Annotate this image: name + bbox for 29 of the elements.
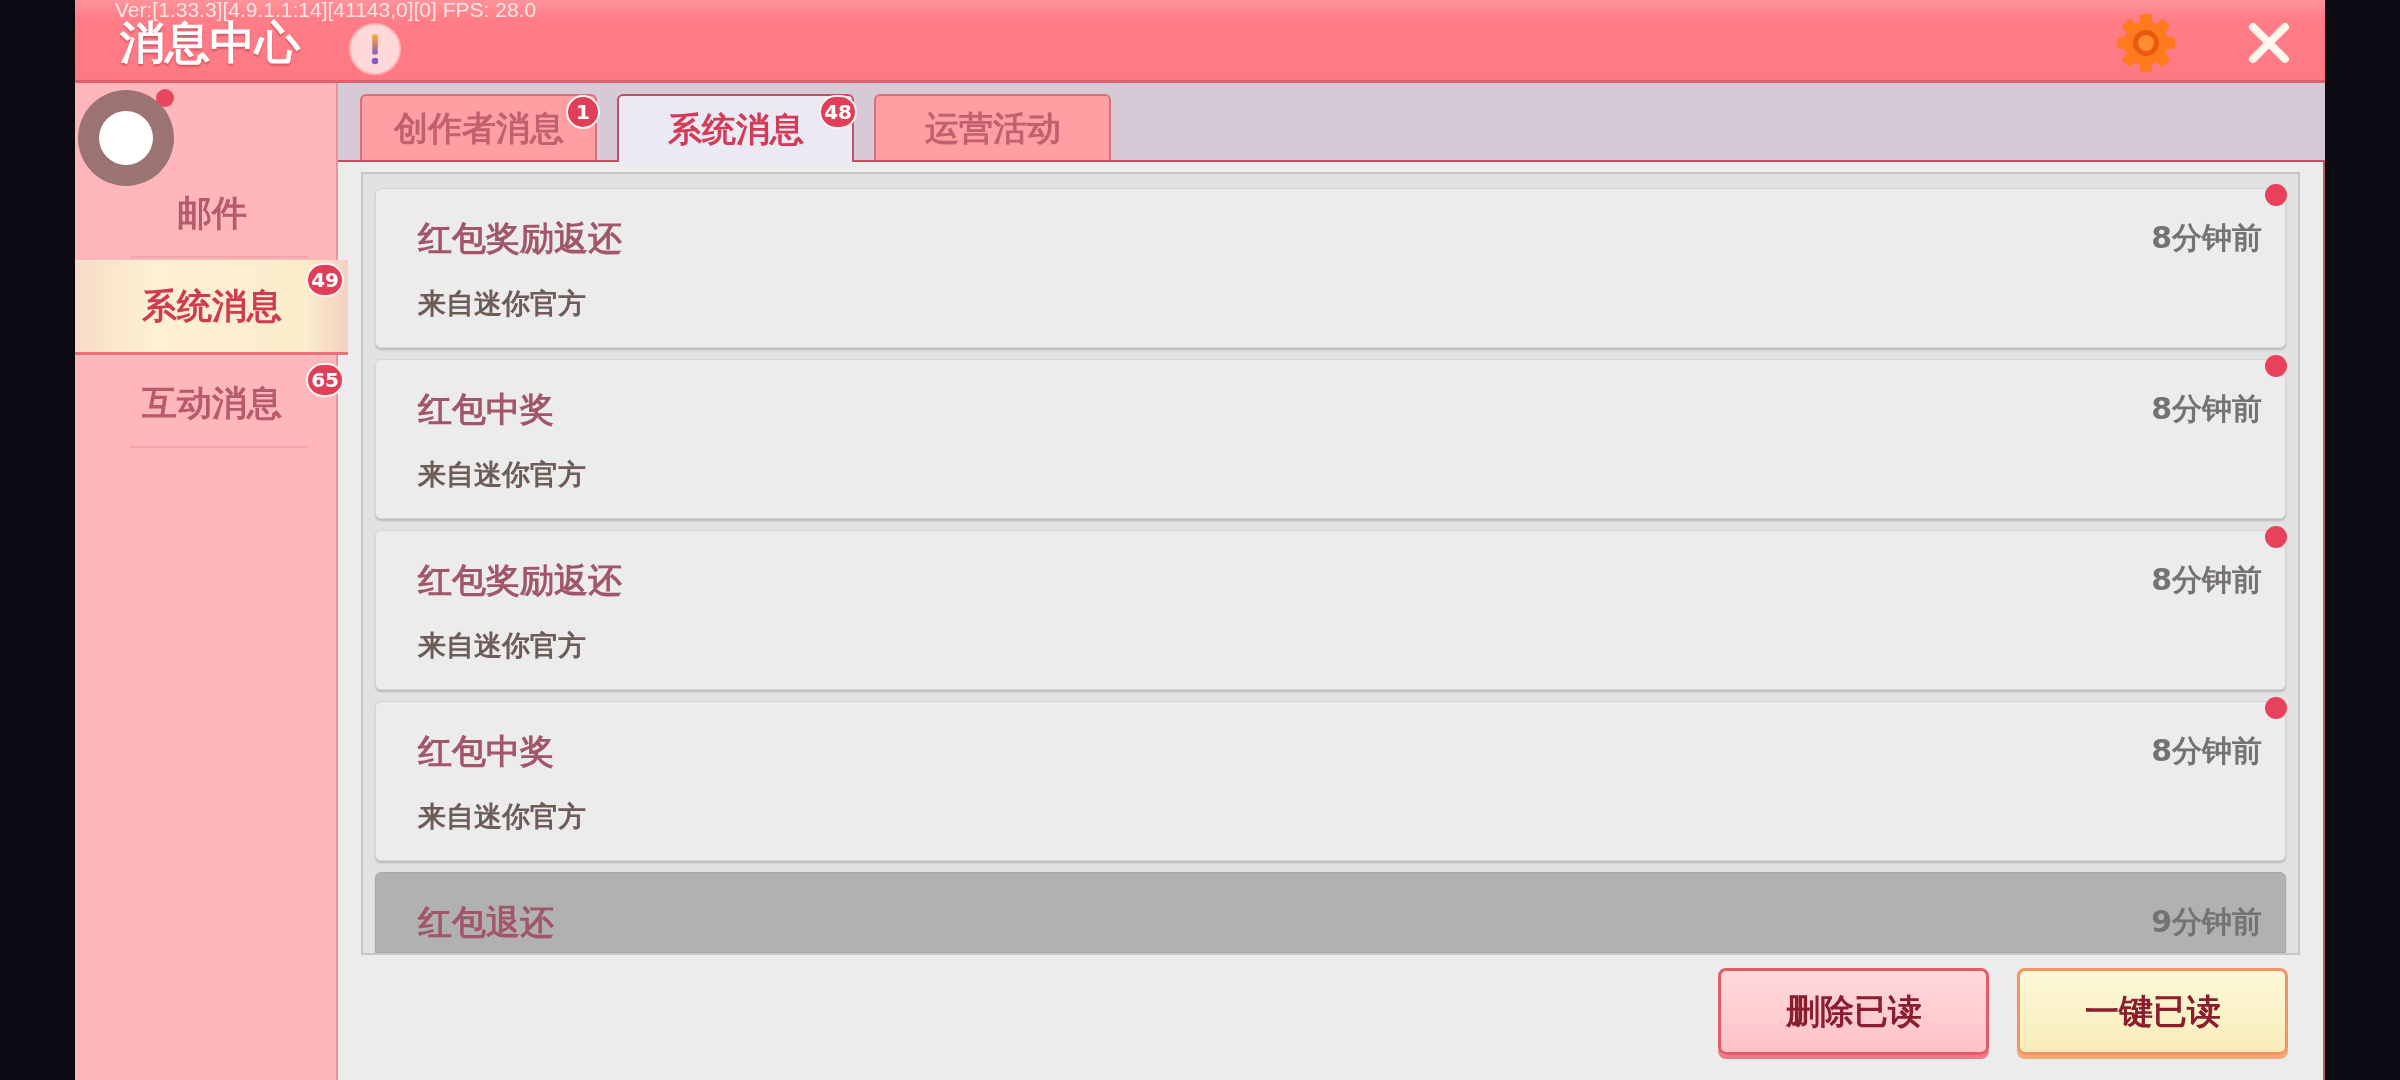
debug-text: Ver:[1.33.3][4.9.1.1:14][41143,0][0] FPS: 28.0 [115, 0, 537, 20]
avatar-icon[interactable] [78, 90, 174, 186]
window-title: 消息中心 [120, 20, 300, 66]
message-time: 8分钟前 [2151, 390, 2262, 428]
tab[interactable]: 系统消息 48 [617, 94, 854, 162]
message-time: 8分钟前 [2151, 219, 2262, 257]
message-title: 红包中奖 [418, 388, 554, 430]
sidebar-item[interactable]: 邮件 [75, 165, 348, 260]
warning-icon[interactable] [349, 23, 401, 75]
tab[interactable]: 创作者消息 1 [360, 94, 597, 160]
message-title: 红包奖励返还 [418, 559, 622, 601]
message-time: 8分钟前 [2151, 561, 2262, 599]
message-title: 红包中奖 [418, 730, 554, 772]
message-source: 来自迷你官方 [418, 287, 586, 321]
message-time: 9分钟前 [2151, 903, 2262, 941]
count-badge: 49 [306, 263, 344, 297]
count-badge: 48 [819, 95, 857, 129]
count-badge: 1 [566, 95, 600, 129]
message-title: 红包退还 [418, 901, 554, 943]
message-source: 来自迷你官方 [418, 629, 586, 663]
message-source: 来自迷你官方 [418, 800, 586, 834]
settings-icon[interactable] [2115, 12, 2177, 74]
message-time: 8分钟前 [2151, 732, 2262, 770]
count-badge: 65 [306, 363, 344, 397]
message-title: 红包奖励返还 [418, 217, 622, 259]
sidebar-item[interactable]: 系统消息 49 [75, 260, 348, 355]
message-card[interactable]: 红包退还 9分钟前 [375, 872, 2286, 953]
message-source: 来自迷你官方 [418, 458, 586, 492]
close-icon[interactable] [2247, 21, 2291, 65]
